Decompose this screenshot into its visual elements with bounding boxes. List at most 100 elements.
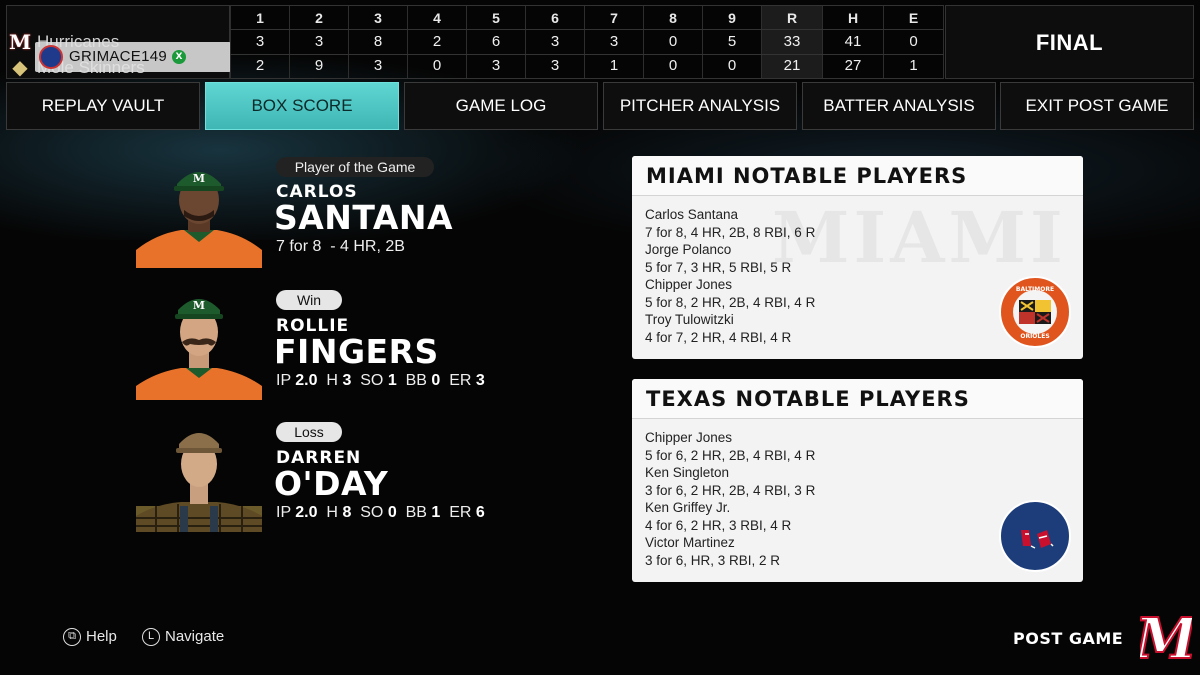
stat-label: IP [276, 372, 291, 389]
notable-player-stats: 4 for 6, 2 HR, 3 RBI, 4 R [645, 517, 792, 533]
player-portrait [136, 422, 262, 532]
notable-player-name: Chipper Jones [645, 277, 733, 292]
tab-game-log[interactable]: GAME LOG [404, 82, 598, 130]
notable-player-stats: 3 for 6, 2 HR, 2B, 4 RBI, 3 R [645, 482, 816, 498]
stat-label: IP [276, 504, 291, 521]
potg-statline: 7 for 8 - 4 HR, 2B [276, 238, 405, 255]
home-inning-score: 0 [432, 57, 442, 74]
home-inning-score: 3 [491, 57, 501, 74]
home-inning-score: 1 [609, 57, 619, 74]
inning-header: 6 [551, 10, 559, 26]
loss-last-name: O'DAY [274, 464, 389, 503]
stat-label: BB [405, 372, 427, 389]
inning-col: 7 3 1 [584, 5, 643, 79]
xbox-icon: X [172, 50, 186, 64]
inning-header: 3 [374, 10, 382, 26]
loss-pitching-line: IP 2.0 H 8 SO 0 BB 1 ER 6 [276, 504, 485, 522]
player-of-the-game-card: M Player of the Game CARLOS SANTANA 7 fo… [136, 157, 556, 278]
home-runs: 21 [783, 57, 801, 74]
tab-pitcher-analysis[interactable]: PITCHER ANALYSIS [603, 82, 797, 130]
away-errors: 0 [909, 33, 918, 50]
miami-notable-list: Carlos Santana 7 for 8, 4 HR, 2B, 8 RBI,… [645, 206, 975, 346]
inning-header: 1 [256, 10, 264, 26]
away-inning-score: 0 [668, 33, 678, 50]
inning-header: 8 [669, 10, 677, 26]
gamertag-text: GRIMACE149 [69, 48, 168, 65]
home-hits: 27 [844, 57, 862, 74]
inning-header: 9 [728, 10, 736, 26]
postgame-tabs: REPLAY VAULT BOX SCORE GAME LOG PITCHER … [6, 82, 1194, 130]
red-sox-logo-icon [999, 500, 1071, 572]
winning-pitcher-card: M Win ROLLIE FINGERS IP 2.0 H 3 SO 1 BB … [136, 290, 556, 410]
svg-text:M: M [193, 299, 205, 312]
post-game-label: POST GAME [1013, 629, 1124, 648]
stat-value: 2.0 [295, 372, 318, 389]
linescore-divider [230, 29, 944, 30]
texas-notable-list: Chipper Jones 5 for 6, 2 HR, 2B, 4 RBI, … [645, 429, 975, 569]
away-runs: 33 [783, 33, 801, 50]
win-pitching-line: IP 2.0 H 3 SO 1 BB 0 ER 3 [276, 372, 485, 390]
notable-player-stats: 5 for 8, 2 HR, 2B, 4 RBI, 4 R [645, 294, 816, 310]
stat-value: 8 [342, 504, 352, 521]
stat-value: 0 [431, 372, 441, 389]
navigate-label: Navigate [165, 628, 225, 645]
left-stick-icon: L [142, 628, 160, 647]
player-of-game-badge: Player of the Game [276, 157, 434, 177]
notable-player-name: Jorge Polanco [645, 242, 732, 257]
away-inning-score: 2 [432, 33, 442, 50]
miami-notable-card: MIAMI MIAMI NOTABLE PLAYERS Carlos Santa… [632, 156, 1083, 359]
potg-last-name: SANTANA [274, 198, 454, 237]
help-prompt[interactable]: ⧉ Help [63, 628, 117, 647]
hurricanes-logo-icon: M [9, 30, 32, 54]
away-inning-score: 5 [727, 33, 737, 50]
tab-batter-analysis[interactable]: BATTER ANALYSIS [802, 82, 996, 130]
home-inning-score: 9 [314, 57, 324, 74]
tab-box-score[interactable]: BOX SCORE [205, 82, 399, 130]
stat-label: ER [449, 372, 472, 389]
errors-col: E 0 1 [883, 5, 944, 79]
notable-player-stats: 5 for 7, 3 HR, 5 RBI, 5 R [645, 259, 792, 275]
game-status-box: FINAL [945, 5, 1194, 79]
player-portrait: M [136, 290, 262, 400]
hurricanes-m-logo-icon: M [1132, 605, 1200, 673]
inning-header: 4 [433, 10, 441, 26]
losing-pitcher-card: Loss DARREN O'DAY IP 2.0 H 8 SO 0 BB 1 E… [136, 422, 556, 542]
texas-notable-title: TEXAS NOTABLE PLAYERS [632, 379, 1083, 419]
inning-col: 6 3 3 [525, 5, 584, 79]
stat-label: BB [405, 504, 427, 521]
notable-player-stats: 7 for 8, 4 HR, 2B, 8 RBI, 6 R [645, 224, 816, 240]
home-inning-score: 2 [255, 57, 265, 74]
notable-player-name: Carlos Santana [645, 207, 739, 222]
stat-value: 0 [387, 504, 397, 521]
home-inning-score: 3 [373, 57, 383, 74]
league-badge-icon [39, 45, 63, 69]
tab-exit-post-game[interactable]: EXIT POST GAME [1000, 82, 1194, 130]
gamertag-banner: GRIMACE149 X [35, 42, 231, 72]
view-button-icon: ⧉ [63, 628, 81, 647]
away-inning-score: 3 [255, 33, 265, 50]
mole-skinners-logo-icon: ◆ [12, 55, 28, 79]
game-status: FINAL [1035, 30, 1104, 55]
stat-value: 1 [387, 372, 397, 389]
svg-text:M: M [1140, 606, 1192, 666]
orioles-logo-icon: BALTIMORE ORIOLES [999, 276, 1071, 348]
player-portrait: M [136, 158, 262, 268]
hits-col: H 41 27 [822, 5, 883, 79]
stat-label: H [326, 372, 338, 389]
notable-player-name: Victor Martinez [645, 535, 735, 550]
loss-badge: Loss [276, 422, 342, 442]
home-inning-score: 0 [727, 57, 737, 74]
notable-player-stats: 4 for 7, 2 HR, 4 RBI, 4 R [645, 329, 792, 345]
home-inning-score: 0 [668, 57, 678, 74]
win-badge: Win [276, 290, 342, 310]
tab-replay-vault[interactable]: REPLAY VAULT [6, 82, 200, 130]
away-inning-score: 3 [314, 33, 324, 50]
stat-value: 3 [475, 372, 485, 389]
notable-player-name: Troy Tulowitzki [645, 312, 734, 327]
navigate-prompt[interactable]: L Navigate [142, 628, 225, 647]
away-hits: 41 [844, 33, 862, 50]
inning-col: 4 2 0 [407, 5, 466, 79]
hits-header: H [847, 10, 859, 26]
away-inning-score: 6 [491, 33, 501, 50]
team-names-box: M Hurricanes ◆ Mole Skinners GRIMACE149 … [6, 5, 231, 79]
